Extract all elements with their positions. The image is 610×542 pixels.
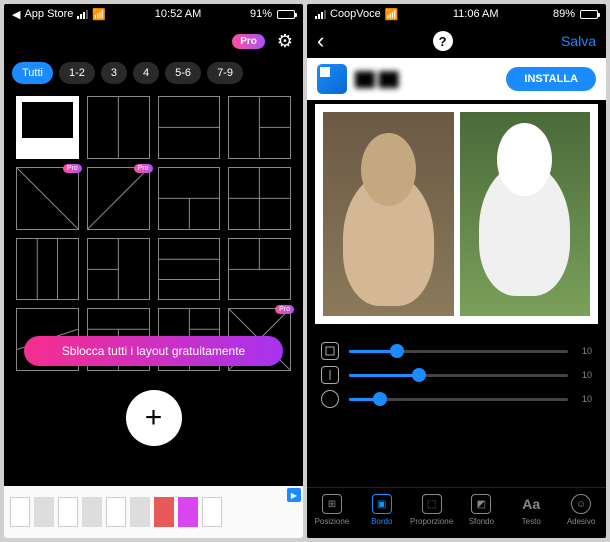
layout-item[interactable]: [16, 96, 79, 159]
position-icon: ⊞: [322, 494, 342, 514]
bottom-tabs: ⊞Posizione ▣Bordo ⬚Proporzione ◩Sfondo A…: [307, 487, 606, 538]
pro-badge-icon: Pro: [63, 164, 82, 173]
border-sliders: 10 10 10: [307, 328, 606, 418]
tab-testo[interactable]: AaTesto: [506, 494, 556, 526]
tab-3[interactable]: 3: [101, 62, 127, 84]
save-button[interactable]: Salva: [561, 33, 596, 49]
status-bar: CoopVoce 📶 11:06 AM 89%: [307, 4, 606, 24]
filter-tabs: Tutti 1-2 3 4 5-6 7-9: [4, 58, 303, 88]
back-label[interactable]: App Store: [24, 8, 73, 20]
battery-icon: [277, 10, 295, 19]
add-fab[interactable]: +: [126, 390, 182, 446]
carrier-label: CoopVoce: [330, 8, 381, 20]
slider-inner-border: 10: [321, 366, 592, 384]
back-icon[interactable]: ‹: [317, 28, 324, 54]
pro-badge[interactable]: Pro: [232, 34, 265, 49]
tab-5-6[interactable]: 5-6: [165, 62, 201, 84]
status-time: 11:06 AM: [453, 8, 499, 20]
slider-corner-radius: 10: [321, 390, 592, 408]
app-name: ██ ██: [355, 71, 498, 87]
tab-4[interactable]: 4: [133, 62, 159, 84]
slider-value: 10: [578, 346, 592, 356]
tab-adesivo[interactable]: ☺Adesivo: [556, 494, 606, 526]
signal-icon: [315, 10, 326, 19]
slider-outer-border: 10: [321, 342, 592, 360]
plus-icon: +: [145, 401, 163, 435]
slider-value: 10: [578, 394, 592, 404]
signal-icon: [77, 10, 88, 19]
layout-item[interactable]: [16, 238, 79, 301]
collage-cell[interactable]: [323, 112, 454, 316]
layout-item[interactable]: [228, 238, 291, 301]
pro-badge-icon: Pro: [275, 305, 294, 314]
slider-track[interactable]: [349, 374, 568, 377]
phone-editor: CoopVoce 📶 11:06 AM 89% ‹ ? Salva ██ ██ …: [307, 4, 606, 538]
tab-sfondo[interactable]: ◩Sfondo: [456, 494, 506, 526]
gear-icon[interactable]: ⚙: [277, 31, 293, 52]
tab-posizione[interactable]: ⊞Posizione: [307, 494, 357, 526]
tab-1-2[interactable]: 1-2: [59, 62, 95, 84]
layout-item[interactable]: [228, 96, 291, 159]
border-icon: ▣: [372, 494, 392, 514]
back-icon[interactable]: ◀: [12, 8, 20, 21]
pro-badge-icon: Pro: [134, 164, 153, 173]
help-icon[interactable]: ?: [433, 31, 453, 51]
app-icon: [317, 64, 347, 94]
layout-item[interactable]: Pro: [87, 167, 150, 230]
collage-preview[interactable]: [315, 104, 598, 324]
battery-percent: 91%: [250, 8, 272, 20]
background-icon: ◩: [471, 494, 491, 514]
tab-proporzione[interactable]: ⬚Proporzione: [407, 494, 457, 526]
slider-value: 10: [578, 370, 592, 380]
layout-item[interactable]: [158, 167, 221, 230]
collage-cell[interactable]: [460, 112, 591, 316]
layout-item[interactable]: [228, 167, 291, 230]
corner-radius-icon: [321, 390, 339, 408]
inner-margin-icon: [321, 366, 339, 384]
install-bar: ██ ██ INSTALLA: [307, 58, 606, 100]
phone-layouts: ◀ App Store 📶 10:52 AM 91% Pro ⚙ Tutti 1…: [4, 4, 303, 538]
install-button[interactable]: INSTALLA: [506, 67, 596, 91]
layout-item[interactable]: [158, 96, 221, 159]
layout-item[interactable]: [87, 238, 150, 301]
unlock-banner[interactable]: Sblocca tutti i layout gratuitamente: [24, 336, 283, 366]
battery-icon: [580, 10, 598, 19]
layout-item[interactable]: [158, 238, 221, 301]
slider-track[interactable]: [349, 398, 568, 401]
status-bar: ◀ App Store 📶 10:52 AM 91%: [4, 4, 303, 24]
ratio-icon: ⬚: [422, 494, 442, 514]
editor-nav: ‹ ? Salva: [307, 24, 606, 58]
tab-7-9[interactable]: 7-9: [207, 62, 243, 84]
status-time: 10:52 AM: [155, 8, 201, 20]
ad-banner[interactable]: ▶: [4, 486, 303, 538]
tab-bordo[interactable]: ▣Bordo: [357, 494, 407, 526]
ad-expand-icon[interactable]: ▶: [287, 488, 301, 502]
outer-margin-icon: [321, 342, 339, 360]
text-icon: Aa: [521, 494, 541, 514]
battery-percent: 89%: [553, 8, 575, 20]
slider-track[interactable]: [349, 350, 568, 353]
layout-item[interactable]: [87, 96, 150, 159]
sticker-icon: ☺: [571, 494, 591, 514]
top-nav: Pro ⚙: [4, 24, 303, 58]
layout-item[interactable]: Pro: [16, 167, 79, 230]
tab-tutti[interactable]: Tutti: [12, 62, 53, 84]
